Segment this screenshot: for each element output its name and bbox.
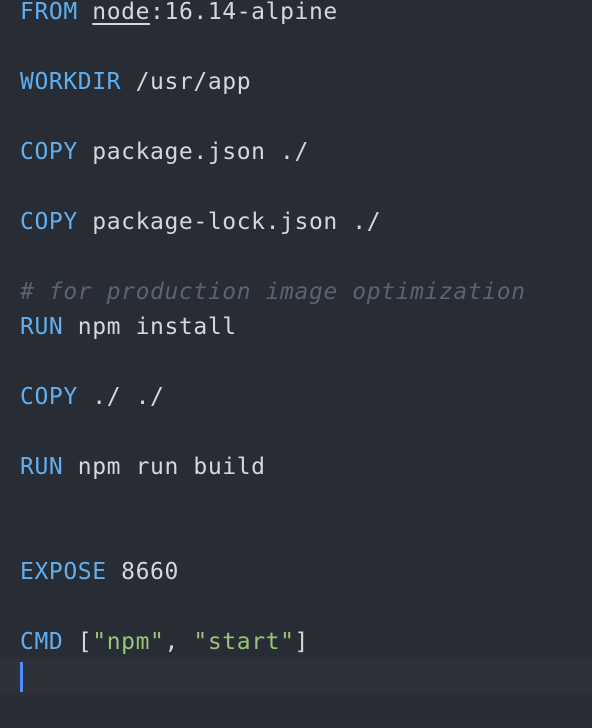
- code-line-expose[interactable]: EXPOSE 8660: [20, 555, 179, 590]
- code-line-run-install[interactable]: RUN npm install: [20, 310, 237, 345]
- code-line-cmd[interactable]: CMD ["npm", "start"]: [20, 625, 309, 660]
- image-name[interactable]: node: [92, 0, 150, 25]
- code-line-workdir[interactable]: WORKDIR /usr/app: [20, 65, 251, 100]
- code-text: npm install: [63, 314, 237, 340]
- keyword: FROM: [20, 0, 78, 25]
- code-line-copy-package[interactable]: COPY package.json ./: [20, 135, 309, 170]
- comment-text: # for production image optimization: [20, 279, 526, 305]
- code-line-comment[interactable]: # for production image optimization: [20, 275, 526, 310]
- string-literal: "start": [193, 629, 295, 655]
- code-line-copy-all[interactable]: COPY ./ ./: [20, 380, 164, 415]
- code-text: 8660: [106, 559, 179, 585]
- code-text: ./ ./: [77, 384, 165, 410]
- keyword: CMD: [20, 629, 64, 655]
- code-text: :16.14-alpine: [150, 0, 338, 25]
- keyword: EXPOSE: [20, 559, 107, 585]
- code-text: package-lock.json ./: [77, 209, 382, 235]
- active-line-highlight: [0, 659, 592, 695]
- text-cursor: [20, 662, 23, 692]
- code-line-from[interactable]: FROM node:16.14-alpine: [20, 0, 338, 30]
- code-text: package.json ./: [77, 139, 309, 165]
- code-line-copy-lock[interactable]: COPY package-lock.json ./: [20, 205, 381, 240]
- keyword: RUN: [20, 454, 64, 480]
- code-line-run-build[interactable]: RUN npm run build: [20, 450, 266, 485]
- separator: ,: [164, 629, 194, 655]
- keyword: COPY: [20, 139, 78, 165]
- code-text: npm run build: [63, 454, 266, 480]
- keyword: WORKDIR: [20, 69, 122, 95]
- code-editor[interactable]: FROM node:16.14-alpine WORKDIR /usr/app …: [0, 0, 592, 728]
- bracket-open: [: [63, 629, 93, 655]
- string-literal: "npm": [92, 629, 165, 655]
- keyword: COPY: [20, 384, 78, 410]
- keyword: COPY: [20, 209, 78, 235]
- code-text: /usr/app: [121, 69, 252, 95]
- bracket-close: ]: [294, 629, 309, 655]
- keyword: RUN: [20, 314, 64, 340]
